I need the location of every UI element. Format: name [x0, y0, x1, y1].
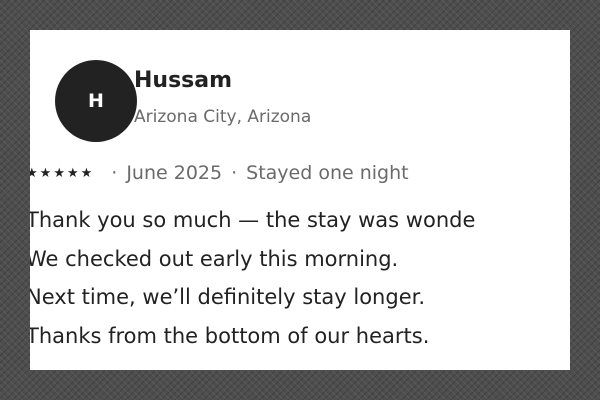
separator-dot: ·	[111, 162, 118, 184]
avatar-initial: H	[88, 89, 104, 112]
separator-dot: ·	[231, 162, 238, 184]
review-text-line: Thank you so much — the stay was wonde	[30, 208, 476, 232]
reviewer-name: Hussam	[134, 68, 233, 93]
review-meta: ★ ★ ★ ★ ★ · June 2025 · Stayed one night	[30, 164, 409, 183]
star-icon: ★	[39, 166, 52, 181]
review-text-line: Thanks from the bottom of our hearts.	[30, 323, 430, 348]
review-date: June 2025	[126, 162, 223, 184]
star-icon: ★	[30, 166, 38, 181]
reviewer-location: Arizona City, Arizona	[134, 107, 312, 127]
star-rating: ★ ★ ★ ★ ★	[30, 167, 94, 180]
star-icon: ★	[66, 166, 79, 181]
review-text-line: Next time, we’ll definitely stay longer.	[30, 285, 425, 309]
star-icon: ★	[80, 166, 93, 181]
review-text-line: We checked out early this morning.	[30, 246, 399, 271]
star-icon: ★	[53, 166, 65, 181]
review-card: H Hussam Arizona City, Arizona ★ ★ ★ ★ ★…	[30, 30, 570, 370]
review-text: Thank you so much — the stay was wonde W…	[30, 201, 475, 355]
stay-info: Stayed one night	[246, 162, 409, 184]
avatar[interactable]: H	[55, 60, 137, 142]
